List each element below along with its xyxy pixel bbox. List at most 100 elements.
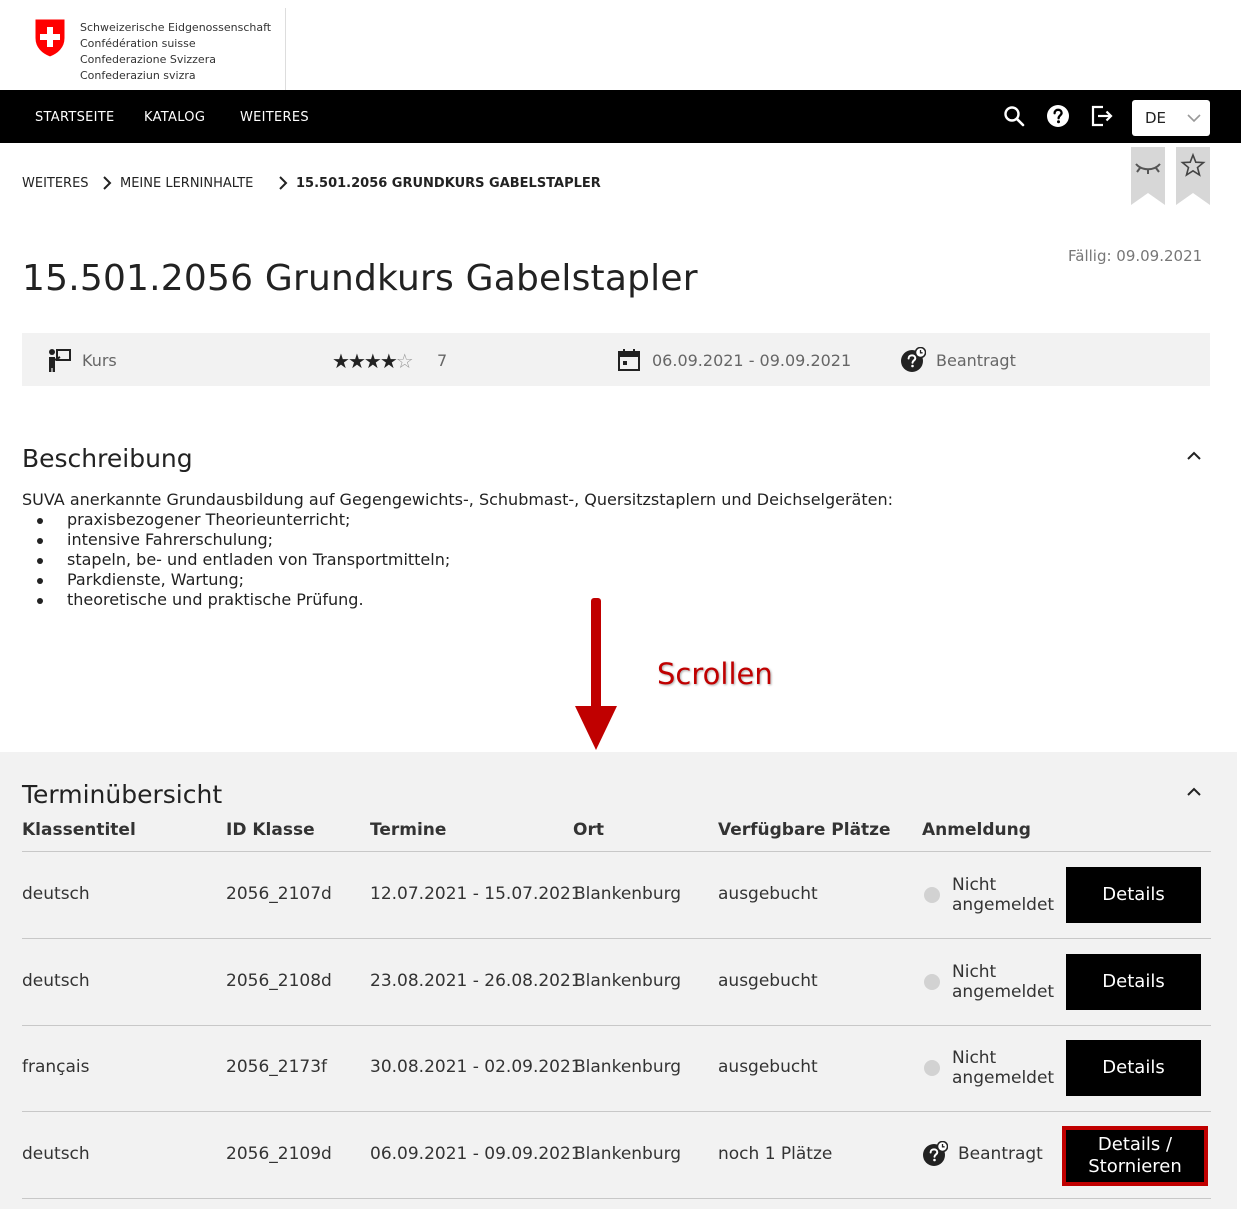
description-body: SUVA anerkannte Grundausbildung auf Gege… [22, 490, 893, 610]
cell-status: Nicht angemeldet [952, 1048, 1054, 1088]
cell-title: deutsch [22, 1144, 90, 1164]
chevron-right-icon [103, 176, 112, 190]
column-header-seats: Verfügbare Plätze [718, 820, 891, 840]
cell-place: Blankenburg [574, 971, 682, 991]
button-label-line: Stornieren [1088, 1156, 1182, 1177]
confederation-rm: Confederaziun svizra [80, 69, 196, 82]
description-heading: Beschreibung [22, 444, 193, 473]
column-header-dates: Termine [370, 820, 447, 840]
cell-place: Blankenburg [574, 1144, 682, 1164]
favorite-star-icon[interactable] [1176, 147, 1210, 205]
course-type: Kurs [82, 351, 117, 370]
star-filled-icon: ★ [379, 349, 398, 373]
list-item: stapeln, be- und entladen von Transportm… [22, 550, 893, 570]
nav-item-katalog[interactable]: KATALOG [144, 110, 205, 125]
star-empty-icon: ☆ [395, 349, 414, 373]
scroll-down-arrow-icon [575, 598, 617, 750]
column-header-place: Ort [573, 820, 604, 840]
column-header-registration: Anmeldung [922, 820, 1031, 840]
course-type-icon [49, 349, 71, 372]
cell-seats: noch 1 Plätze [718, 1144, 833, 1164]
language-select[interactable]: DE [1132, 100, 1210, 136]
confederation-name: Schweizerische Eidgenossenschaft Confédé… [80, 20, 271, 84]
course-status: Beantragt [936, 351, 1016, 370]
rating-count: 7 [437, 351, 448, 370]
cell-dates: 12.07.2021 - 15.07.2021 [370, 884, 582, 904]
details-button[interactable]: Details [1066, 867, 1201, 923]
cell-seats: ausgebucht [718, 971, 818, 991]
table-divider [22, 938, 1211, 939]
table-divider [22, 851, 1211, 852]
button-label-line: Details / [1097, 1134, 1173, 1155]
breadcrumb-item-current: 15.501.2056 GRUNDKURS GABELSTAPLER [296, 176, 601, 191]
cell-place: Blankenburg [574, 884, 682, 904]
list-item: intensive Fahrerschulung; [22, 530, 893, 550]
page-title: 15.501.2056 Grundkurs Gabelstapler [22, 258, 698, 299]
cell-id: 2056_2107d [226, 884, 332, 904]
confederation-fr: Confédération suisse [80, 37, 196, 50]
main-nav: STARTSEITE KATALOG WEITERES [0, 90, 1241, 143]
column-header-title: Klassentitel [22, 820, 136, 840]
due-date: Fällig: 09.09.2021 [1068, 247, 1203, 265]
table-divider [22, 1111, 1211, 1112]
scroll-annotation: Scrollen [657, 657, 773, 691]
pending-status-icon [901, 347, 926, 372]
pending-status-icon [923, 1141, 948, 1166]
cell-dates: 30.08.2021 - 02.09.2021 [370, 1057, 582, 1077]
logout-icon[interactable] [1090, 104, 1114, 128]
star-filled-icon: ★ [332, 349, 350, 373]
confederation-de: Schweizerische Eidgenossenschaft [80, 21, 272, 34]
breadcrumb-item-lerninhalte[interactable]: MEINE LERNINHALTE [120, 176, 253, 191]
details-button[interactable]: Details [1066, 1040, 1201, 1096]
course-date-range: 06.09.2021 - 09.09.2021 [652, 351, 852, 370]
status-line: angemeldet [952, 1068, 1055, 1088]
list-item: theoretische und praktische Prüfung. [22, 590, 893, 610]
hide-eye-icon[interactable] [1131, 147, 1165, 205]
column-header-id: ID Klasse [226, 820, 315, 840]
cell-status: Nicht angemeldet [952, 962, 1054, 1002]
cell-id: 2056_2109d [226, 1144, 332, 1164]
details-button[interactable]: Details [1066, 954, 1201, 1010]
cell-seats: ausgebucht [718, 884, 818, 904]
calendar-icon [618, 349, 640, 371]
status-line: angemeldet [952, 895, 1055, 915]
top-header: Schweizerische Eidgenossenschaft Confédé… [0, 0, 1241, 90]
cell-title: deutsch [22, 884, 90, 904]
status-line: Nicht [952, 962, 997, 982]
breadcrumb-item-weiteres[interactable]: WEITERES [22, 176, 89, 191]
cell-title: deutsch [22, 971, 90, 991]
status-line: angemeldet [952, 982, 1055, 1002]
course-info-bar: Kurs ★★★★☆ 7 06.09.2021 - 09.09.2021 Bea… [22, 333, 1210, 386]
schedule-heading: Terminübersicht [22, 780, 223, 809]
status-line: Nicht [952, 1048, 997, 1068]
list-item: praxisbezogener Theorieunterricht; [22, 510, 893, 530]
nav-item-startseite[interactable]: STARTSEITE [35, 110, 115, 125]
status-dot [924, 887, 940, 903]
help-icon[interactable] [1046, 104, 1070, 128]
table-divider [22, 1025, 1211, 1026]
search-icon[interactable] [1002, 104, 1026, 128]
cell-dates: 06.09.2021 - 09.09.2021 [370, 1144, 582, 1164]
confederation-it: Confederazione Svizzera [80, 53, 216, 66]
swiss-shield-icon [34, 18, 66, 58]
cell-status: Nicht angemeldet [952, 875, 1054, 915]
cell-status: Beantragt [958, 1144, 1043, 1164]
list-item: Parkdienste, Wartung; [22, 570, 893, 590]
nav-item-weiteres[interactable]: WEITERES [240, 110, 309, 125]
star-filled-icon: ★ [347, 349, 366, 373]
cell-seats: ausgebucht [718, 1057, 818, 1077]
status-dot [924, 974, 940, 990]
chevron-right-icon [279, 176, 288, 190]
chevron-up-icon[interactable] [1185, 786, 1203, 798]
chevron-up-icon[interactable] [1185, 450, 1203, 462]
rating-stars: ★★★★☆ [332, 349, 414, 373]
language-value: DE [1145, 109, 1167, 127]
description-list: praxisbezogener Theorieunterricht; inten… [22, 510, 893, 610]
cell-id: 2056_2108d [226, 971, 332, 991]
cell-id: 2056_2173f [226, 1057, 328, 1077]
table-divider [22, 1198, 1211, 1199]
chevron-down-icon [1187, 114, 1201, 123]
star-filled-icon: ★ [363, 349, 382, 373]
details-cancel-button[interactable]: Details / Stornieren [1062, 1126, 1208, 1186]
federal-logo[interactable]: Schweizerische Eidgenossenschaft Confédé… [34, 18, 271, 82]
